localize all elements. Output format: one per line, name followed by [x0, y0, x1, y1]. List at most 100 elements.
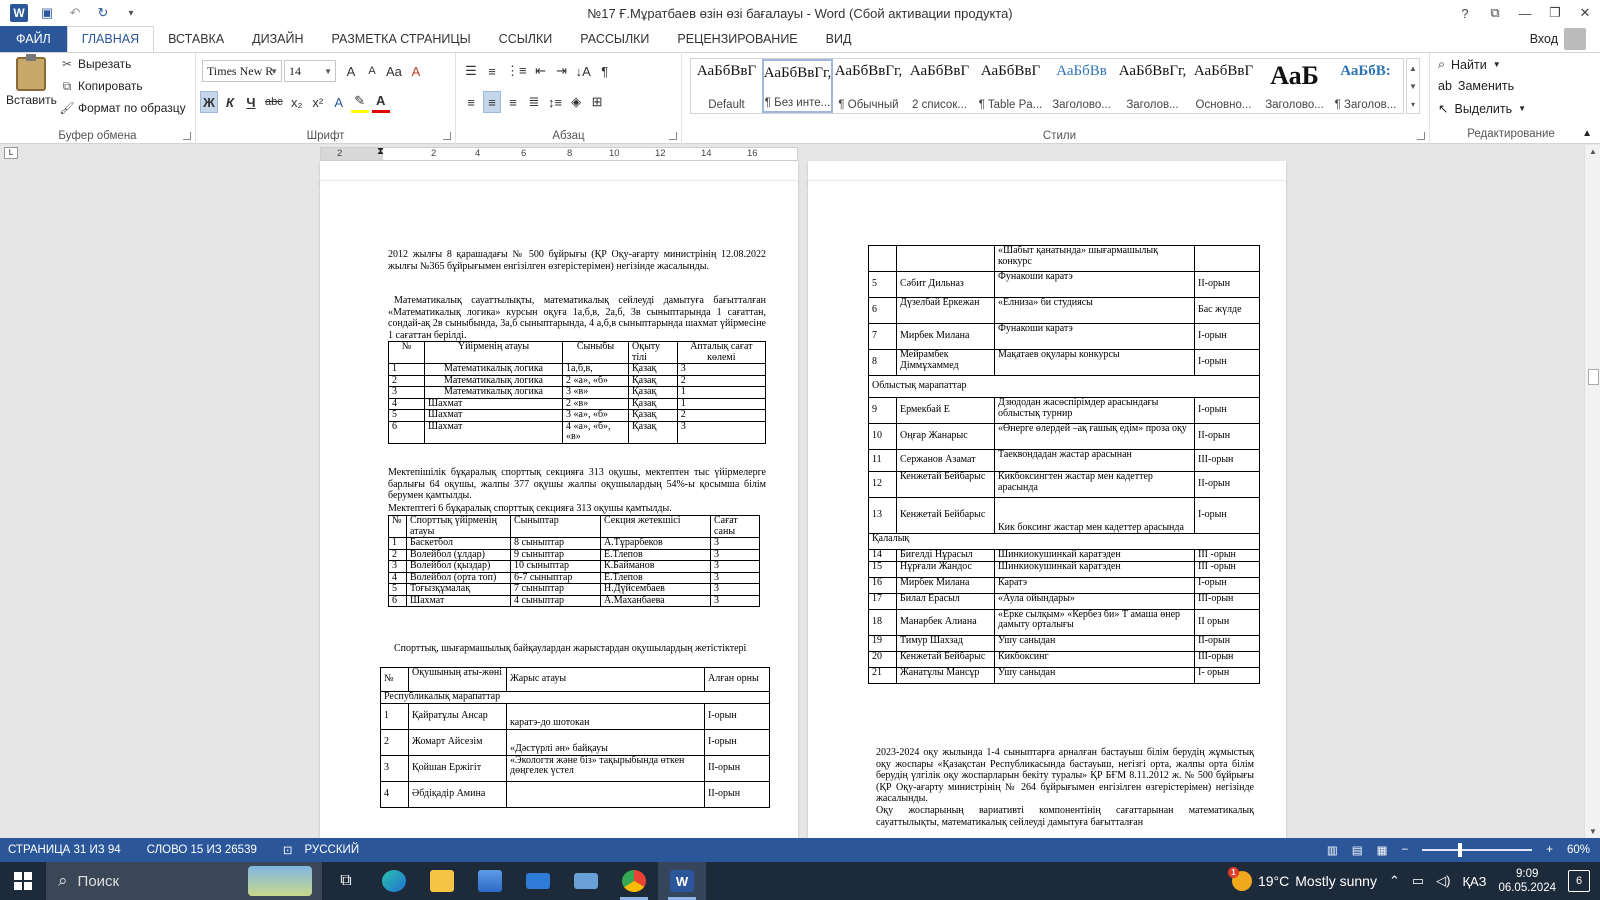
table-cell[interactable]: Қазақ: [628, 420, 678, 444]
bold-button[interactable]: Ж: [200, 91, 218, 113]
styles-launcher-icon[interactable]: [1417, 132, 1425, 140]
redo-icon[interactable]: ↻: [94, 4, 112, 22]
table-cell[interactable]: «Ерке сылқым» «Кербез би» Т амаша өнер д…: [994, 608, 1195, 636]
scroll-up-icon[interactable]: ▲: [1585, 147, 1600, 156]
tab-file[interactable]: ФАЙЛ: [0, 26, 67, 52]
table-cell[interactable]: Апталық сағат көлемі: [676, 341, 767, 364]
zoom-level[interactable]: 60%: [1567, 844, 1590, 856]
style-item[interactable]: АаБ Заголово...: [1259, 59, 1330, 113]
table-cell[interactable]: 2: [388, 374, 425, 387]
table-cell[interactable]: Кикбоксинг: [994, 650, 1195, 668]
table-cell[interactable]: Кенжетай Бейбарыс: [896, 497, 995, 534]
table-cell[interactable]: Баскетбол: [406, 537, 511, 550]
font-name-combo[interactable]: Times New R ▼: [202, 60, 282, 82]
notifications-icon[interactable]: 6: [1568, 870, 1590, 892]
style-item[interactable]: АаБбВвГг, ¶ Без инте...: [762, 59, 833, 113]
table-cell[interactable]: «Елниза» би студиясы: [994, 297, 1195, 324]
paragraph[interactable]: Спорттық, шығармашылық байқаулардан жары…: [388, 643, 766, 655]
select-button[interactable]: ↖ Выделить ▼: [1438, 101, 1526, 117]
table-cell[interactable]: ІІ орын: [1194, 608, 1260, 636]
tab-home[interactable]: ГЛАВНАЯ: [66, 26, 155, 52]
table-cell[interactable]: Дзюдодан жасөспірімдер арасындағы облыст…: [994, 397, 1195, 424]
document-page-left[interactable]: 2012 жылғы 8 қарашадағы № 500 бұйрығы (Қ…: [320, 181, 798, 838]
table-cell[interactable]: А.Тұрарбеков: [600, 537, 711, 550]
table-cell[interactable]: 6-7 сыныптар: [510, 571, 601, 584]
table-cell[interactable]: Қазақ: [628, 386, 678, 399]
document-page-right[interactable]: «Шабыт қанатында» шығармашылық конкурс 5…: [808, 181, 1286, 838]
table-cell[interactable]: Қалалық: [868, 533, 1260, 550]
table-cell[interactable]: Мирбек Милана: [896, 576, 995, 594]
line-spacing-icon[interactable]: ↕≡: [546, 91, 564, 113]
table-cell[interactable]: І-орын: [1194, 576, 1260, 594]
table-cell[interactable]: 6: [388, 420, 425, 444]
table-cell[interactable]: І-орын: [704, 728, 770, 756]
table-cell[interactable]: 3: [388, 560, 407, 573]
table-cell[interactable]: Қойшан Ержігіт: [408, 754, 507, 782]
table-cell[interactable]: Сержанов Азамат: [896, 449, 995, 472]
customize-qat-icon[interactable]: ▾: [122, 4, 140, 22]
horizontal-ruler[interactable]: 2 2 4 6 8 10 12 14 16 ⧗: [320, 146, 798, 161]
table-cell[interactable]: Сәбит Дильназ: [896, 271, 995, 298]
bullets-icon[interactable]: ☰: [462, 60, 480, 82]
table-cell[interactable]: №: [380, 667, 409, 692]
table-sports[interactable]: № Спорттық үйірменің атауы Сыныптар Секц…: [388, 515, 760, 607]
table-cell[interactable]: Волейбол (қыздар): [406, 560, 511, 573]
chevron-up-icon[interactable]: ▲: [1409, 64, 1417, 73]
table-cell[interactable]: Ушу саныдан: [994, 634, 1195, 652]
table-cell[interactable]: 7: [868, 323, 897, 350]
word-taskbar-icon[interactable]: W: [658, 862, 706, 900]
paste-button[interactable]: Вставить: [6, 54, 57, 107]
table-cell[interactable]: 4: [388, 571, 407, 584]
sort-icon[interactable]: ↓A: [574, 60, 593, 82]
table-cell[interactable]: Мақатаев оқулары конкурсы: [994, 349, 1195, 376]
table-cell[interactable]: Қазақ: [628, 374, 678, 387]
superscript-button[interactable]: x²: [309, 91, 327, 113]
tab-selector-icon[interactable]: L: [4, 147, 18, 159]
table-cell[interactable]: Қазақ: [628, 363, 678, 376]
table-cell[interactable]: 10 сыныптар: [510, 560, 601, 573]
zoom-slider[interactable]: [1422, 843, 1533, 857]
table-cell[interactable]: Н.Дүйсембаев: [600, 583, 711, 596]
store-icon[interactable]: [466, 862, 514, 900]
table-cell[interactable]: 9 сыныптар: [510, 548, 601, 561]
italic-button[interactable]: К: [221, 91, 239, 113]
collapse-ribbon-icon[interactable]: ▲: [1582, 128, 1592, 139]
table-cell[interactable]: І- орын: [1194, 666, 1260, 684]
table-clubs[interactable]: № Үйірменің атауы Сыныбы Оқыту тілі Апта…: [388, 341, 767, 444]
table-cell[interactable]: Жарыс атауы: [506, 667, 705, 692]
shrink-font-button[interactable]: A: [363, 60, 381, 82]
table-cell[interactable]: 19: [868, 634, 897, 652]
table-cell[interactable]: 2: [676, 409, 767, 422]
table-cell[interactable]: 2: [388, 548, 407, 561]
table-cell[interactable]: 14: [868, 549, 897, 562]
paragraph[interactable]: 2023-2024 оқу жылында 1-4 сыныптарға арн…: [876, 747, 1254, 805]
shading-icon[interactable]: ◈: [567, 91, 585, 113]
sign-in-label[interactable]: Вход: [1530, 32, 1558, 46]
table-cell[interactable]: Оқушының аты-жөні: [408, 667, 507, 692]
table-cell[interactable]: 5: [868, 271, 897, 298]
table-cell[interactable]: Сыныптар: [510, 515, 601, 538]
styles-scroll[interactable]: ▲ ▼ ▾: [1406, 58, 1420, 114]
table-cell[interactable]: Волейбол (ұлдар): [406, 548, 511, 561]
table-cell[interactable]: Оңғар Жанарыс: [896, 423, 995, 450]
table-cell[interactable]: Бас жүлде: [1194, 297, 1260, 324]
table-cell[interactable]: 5: [388, 409, 425, 422]
style-item[interactable]: АаБбВвГг, Заголов...: [1117, 59, 1188, 113]
print-layout-icon[interactable]: ▤: [1352, 843, 1363, 857]
table-cell[interactable]: Мирбек Милана: [896, 323, 995, 350]
table-cell[interactable]: Нұрғали Жандос: [896, 560, 995, 578]
clipboard-launcher-icon[interactable]: [183, 132, 191, 140]
network-icon[interactable]: ▭: [1412, 873, 1424, 889]
table-cell[interactable]: 6: [388, 594, 407, 607]
table-cell[interactable]: Сағат саны: [710, 515, 760, 538]
chevron-down-icon[interactable]: ▼: [1409, 82, 1417, 91]
table-cell[interactable]: 1: [388, 363, 425, 376]
table-cell[interactable]: 4: [388, 397, 425, 410]
paragraph[interactable]: Оқу жоспарының вариативті компонентінің …: [876, 805, 1254, 828]
minimize-button[interactable]: —: [1510, 0, 1540, 26]
style-item[interactable]: АаБбВв Заголово...: [1046, 59, 1117, 113]
taskbar-search[interactable]: ⌕ Поиск: [46, 862, 322, 900]
table-cell[interactable]: Ушу саныдан: [994, 666, 1195, 684]
tab-review[interactable]: РЕЦЕНЗИРОВАНИЕ: [663, 26, 811, 52]
table-cell[interactable]: 4 сыныптар: [510, 594, 601, 607]
